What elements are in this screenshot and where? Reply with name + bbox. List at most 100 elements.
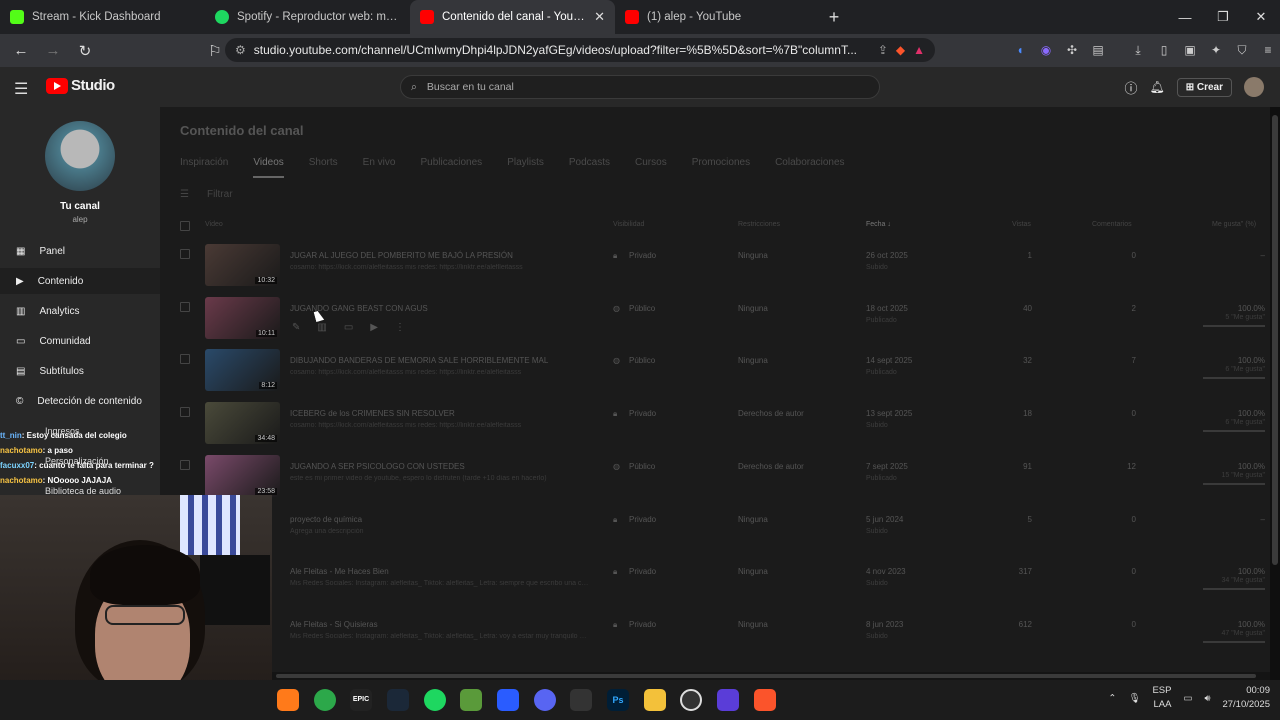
video-thumbnail[interactable]: 10:32 <box>205 244 280 286</box>
network-icon[interactable]: ▭ <box>1183 693 1192 704</box>
forward-icon[interactable]: → <box>40 38 66 64</box>
visibility-value[interactable]: Público <box>629 356 655 365</box>
video-title[interactable]: Ale Fleitas - Me Haces Bien <box>290 567 389 576</box>
photoshop-icon[interactable]: Ps <box>607 689 629 711</box>
visibility-value[interactable]: Privado <box>629 567 656 576</box>
sidebar-item-comunidad[interactable]: ▭ Comunidad <box>0 328 160 354</box>
tab-spotify[interactable]: Spotify - Reproductor web: música p <box>205 0 410 34</box>
close-window-icon[interactable]: ✕ <box>1242 0 1280 34</box>
minecraft-icon[interactable] <box>460 689 482 711</box>
steam-icon[interactable] <box>387 689 409 711</box>
file-explorer-icon[interactable] <box>644 689 666 711</box>
sidebar-item-analytics[interactable]: ▥ Analytics <box>0 298 160 324</box>
app-green-icon[interactable] <box>314 689 336 711</box>
horizontal-scrollbar[interactable] <box>272 672 1270 680</box>
video-title[interactable]: JUGANDO A SER PSICOLOGO CON USTEDES <box>290 462 465 471</box>
hamburger-menu-icon[interactable]: ☰ <box>14 79 28 99</box>
sidebar-item-contenido[interactable]: ▶ Contenido <box>0 268 160 294</box>
tab-youtube[interactable]: (1) alep - YouTube <box>615 0 820 34</box>
clock[interactable]: 00:09 27/10/2025 <box>1222 684 1270 712</box>
epic-games-icon[interactable]: EPIC <box>350 689 372 711</box>
extension-icon[interactable]: ◖ <box>1010 38 1030 62</box>
tab-en-vivo[interactable]: En vivo <box>363 157 396 178</box>
obs-icon[interactable] <box>680 689 702 711</box>
more-options-icon[interactable]: ⋮ <box>395 322 405 333</box>
tab-inspiracion[interactable]: Inspiración <box>180 157 228 178</box>
brave-rewards-icon[interactable]: ▲ <box>913 43 925 57</box>
video-thumbnail[interactable]: 8:12 <box>205 349 280 392</box>
video-title[interactable]: Ale Fleitas - Si Quisieras <box>290 620 378 629</box>
visibility-value[interactable]: Público <box>629 462 655 471</box>
puzzle-icon[interactable]: ✣ <box>1062 38 1082 62</box>
volume-icon[interactable]: 🔊︎ <box>1204 693 1210 704</box>
row-checkbox[interactable] <box>180 249 190 259</box>
discord-icon[interactable] <box>534 689 556 711</box>
youtube-view-icon[interactable]: ▶ <box>370 322 378 333</box>
sidebar-item-deteccion[interactable]: © Detección de contenido <box>0 388 160 414</box>
visibility-value[interactable]: Privado <box>629 515 656 524</box>
studio-logo[interactable]: Studio <box>46 77 115 94</box>
app-purple-icon[interactable] <box>717 689 739 711</box>
help-icon[interactable]: ⓘ <box>1124 78 1137 97</box>
search-input[interactable]: ⌕ Buscar en tu canal <box>400 75 880 99</box>
share-icon[interactable]: ⇪ <box>878 43 888 57</box>
site-info-icon[interactable]: ⚙ <box>235 43 246 57</box>
row-checkbox[interactable] <box>180 407 190 418</box>
brave-icon[interactable] <box>754 689 776 711</box>
select-all-checkbox[interactable] <box>180 221 190 231</box>
comments-icon[interactable]: ▭ <box>344 322 353 333</box>
tab-podcasts[interactable]: Podcasts <box>569 157 610 178</box>
tab-promociones[interactable]: Promociones <box>692 157 750 178</box>
video-thumbnail[interactable]: 10:11 <box>205 296 280 339</box>
sidebar-item-panel[interactable]: ▦ Panel <box>0 238 160 264</box>
visibility-value[interactable]: Privado <box>629 251 656 260</box>
channel-avatar[interactable] <box>45 121 115 191</box>
tab-colaboraciones[interactable]: Colaboraciones <box>775 157 845 178</box>
minimize-icon[interactable]: — <box>1166 0 1204 34</box>
video-title[interactable]: DIBUJANDO BANDERAS DE MEMORIA SALE HORRI… <box>290 356 548 365</box>
menu-icon[interactable]: ≡ <box>1258 38 1278 62</box>
reader-icon[interactable]: ▯ <box>1154 38 1174 62</box>
edit-icon[interactable]: ✎ <box>292 322 300 333</box>
tab-playlists[interactable]: Playlists <box>507 157 544 178</box>
visibility-value[interactable]: Privado <box>629 620 656 629</box>
download-icon[interactable]: ⤓ <box>1128 38 1148 62</box>
analytics-icon[interactable]: ▥ <box>317 322 326 333</box>
wallet-icon[interactable]: ▣ <box>1180 38 1200 62</box>
video-title[interactable]: JUGANDO GANG BEAST CON AGUS <box>290 304 428 313</box>
tab-studio[interactable]: Contenido del canal - YouTube S✕ <box>410 0 615 34</box>
create-button[interactable]: ⊞ Crear <box>1176 77 1232 97</box>
video-title[interactable]: ICEBERG de los CRIMENES SIN RESOLVER <box>290 409 455 418</box>
url-field[interactable]: ⚙ studio.youtube.com/channel/UCmIwmyDhpi… <box>225 38 935 62</box>
filter-bar[interactable]: ☰ Filtrar <box>180 189 233 200</box>
video-title[interactable]: proyecto de química <box>290 515 362 524</box>
tab-videos[interactable]: Videos <box>253 157 284 178</box>
tab-shorts[interactable]: Shorts <box>309 157 338 178</box>
reload-icon[interactable]: ↻ <box>72 38 98 64</box>
visibility-value[interactable]: Público <box>629 304 655 313</box>
tab-cursos[interactable]: Cursos <box>635 157 667 178</box>
row-checkbox[interactable] <box>180 301 190 312</box>
tray-chevron-icon[interactable]: ⌃ <box>1108 693 1116 704</box>
sidebar-item-subtitulos[interactable]: ▤ Subtítulos <box>0 358 160 384</box>
brave-shield-icon[interactable]: ◆ <box>896 43 905 57</box>
close-tab-icon[interactable]: ✕ <box>594 9 605 25</box>
tab-publicaciones[interactable]: Publicaciones <box>420 157 482 178</box>
app-blue-icon[interactable] <box>497 689 519 711</box>
microphone-icon[interactable]: 🎙︎ <box>1128 693 1140 704</box>
vpn-icon[interactable]: ⛉ <box>1232 38 1252 62</box>
back-icon[interactable]: ← <box>8 38 34 64</box>
visibility-value[interactable]: Privado <box>629 409 656 418</box>
vlc-icon[interactable] <box>277 689 299 711</box>
col-date[interactable]: Fecha ↓ <box>866 221 891 228</box>
extension-icon[interactable]: ◉ <box>1036 38 1056 62</box>
capcut-icon[interactable] <box>570 689 592 711</box>
notifications-icon[interactable]: 🔔︎ <box>1149 80 1164 94</box>
new-tab-button[interactable]: + <box>820 7 848 28</box>
sidebar-toggle-icon[interactable]: ▤ <box>1088 38 1108 62</box>
language-indicator[interactable]: ESP LAA <box>1152 684 1171 712</box>
video-title[interactable]: JUGAR AL JUEGO DEL POMBERITO ME BAJÓ LA … <box>290 251 513 260</box>
maximize-icon[interactable]: ❐ <box>1204 0 1242 34</box>
spotify-icon[interactable] <box>424 689 446 711</box>
account-avatar[interactable] <box>1244 77 1264 97</box>
